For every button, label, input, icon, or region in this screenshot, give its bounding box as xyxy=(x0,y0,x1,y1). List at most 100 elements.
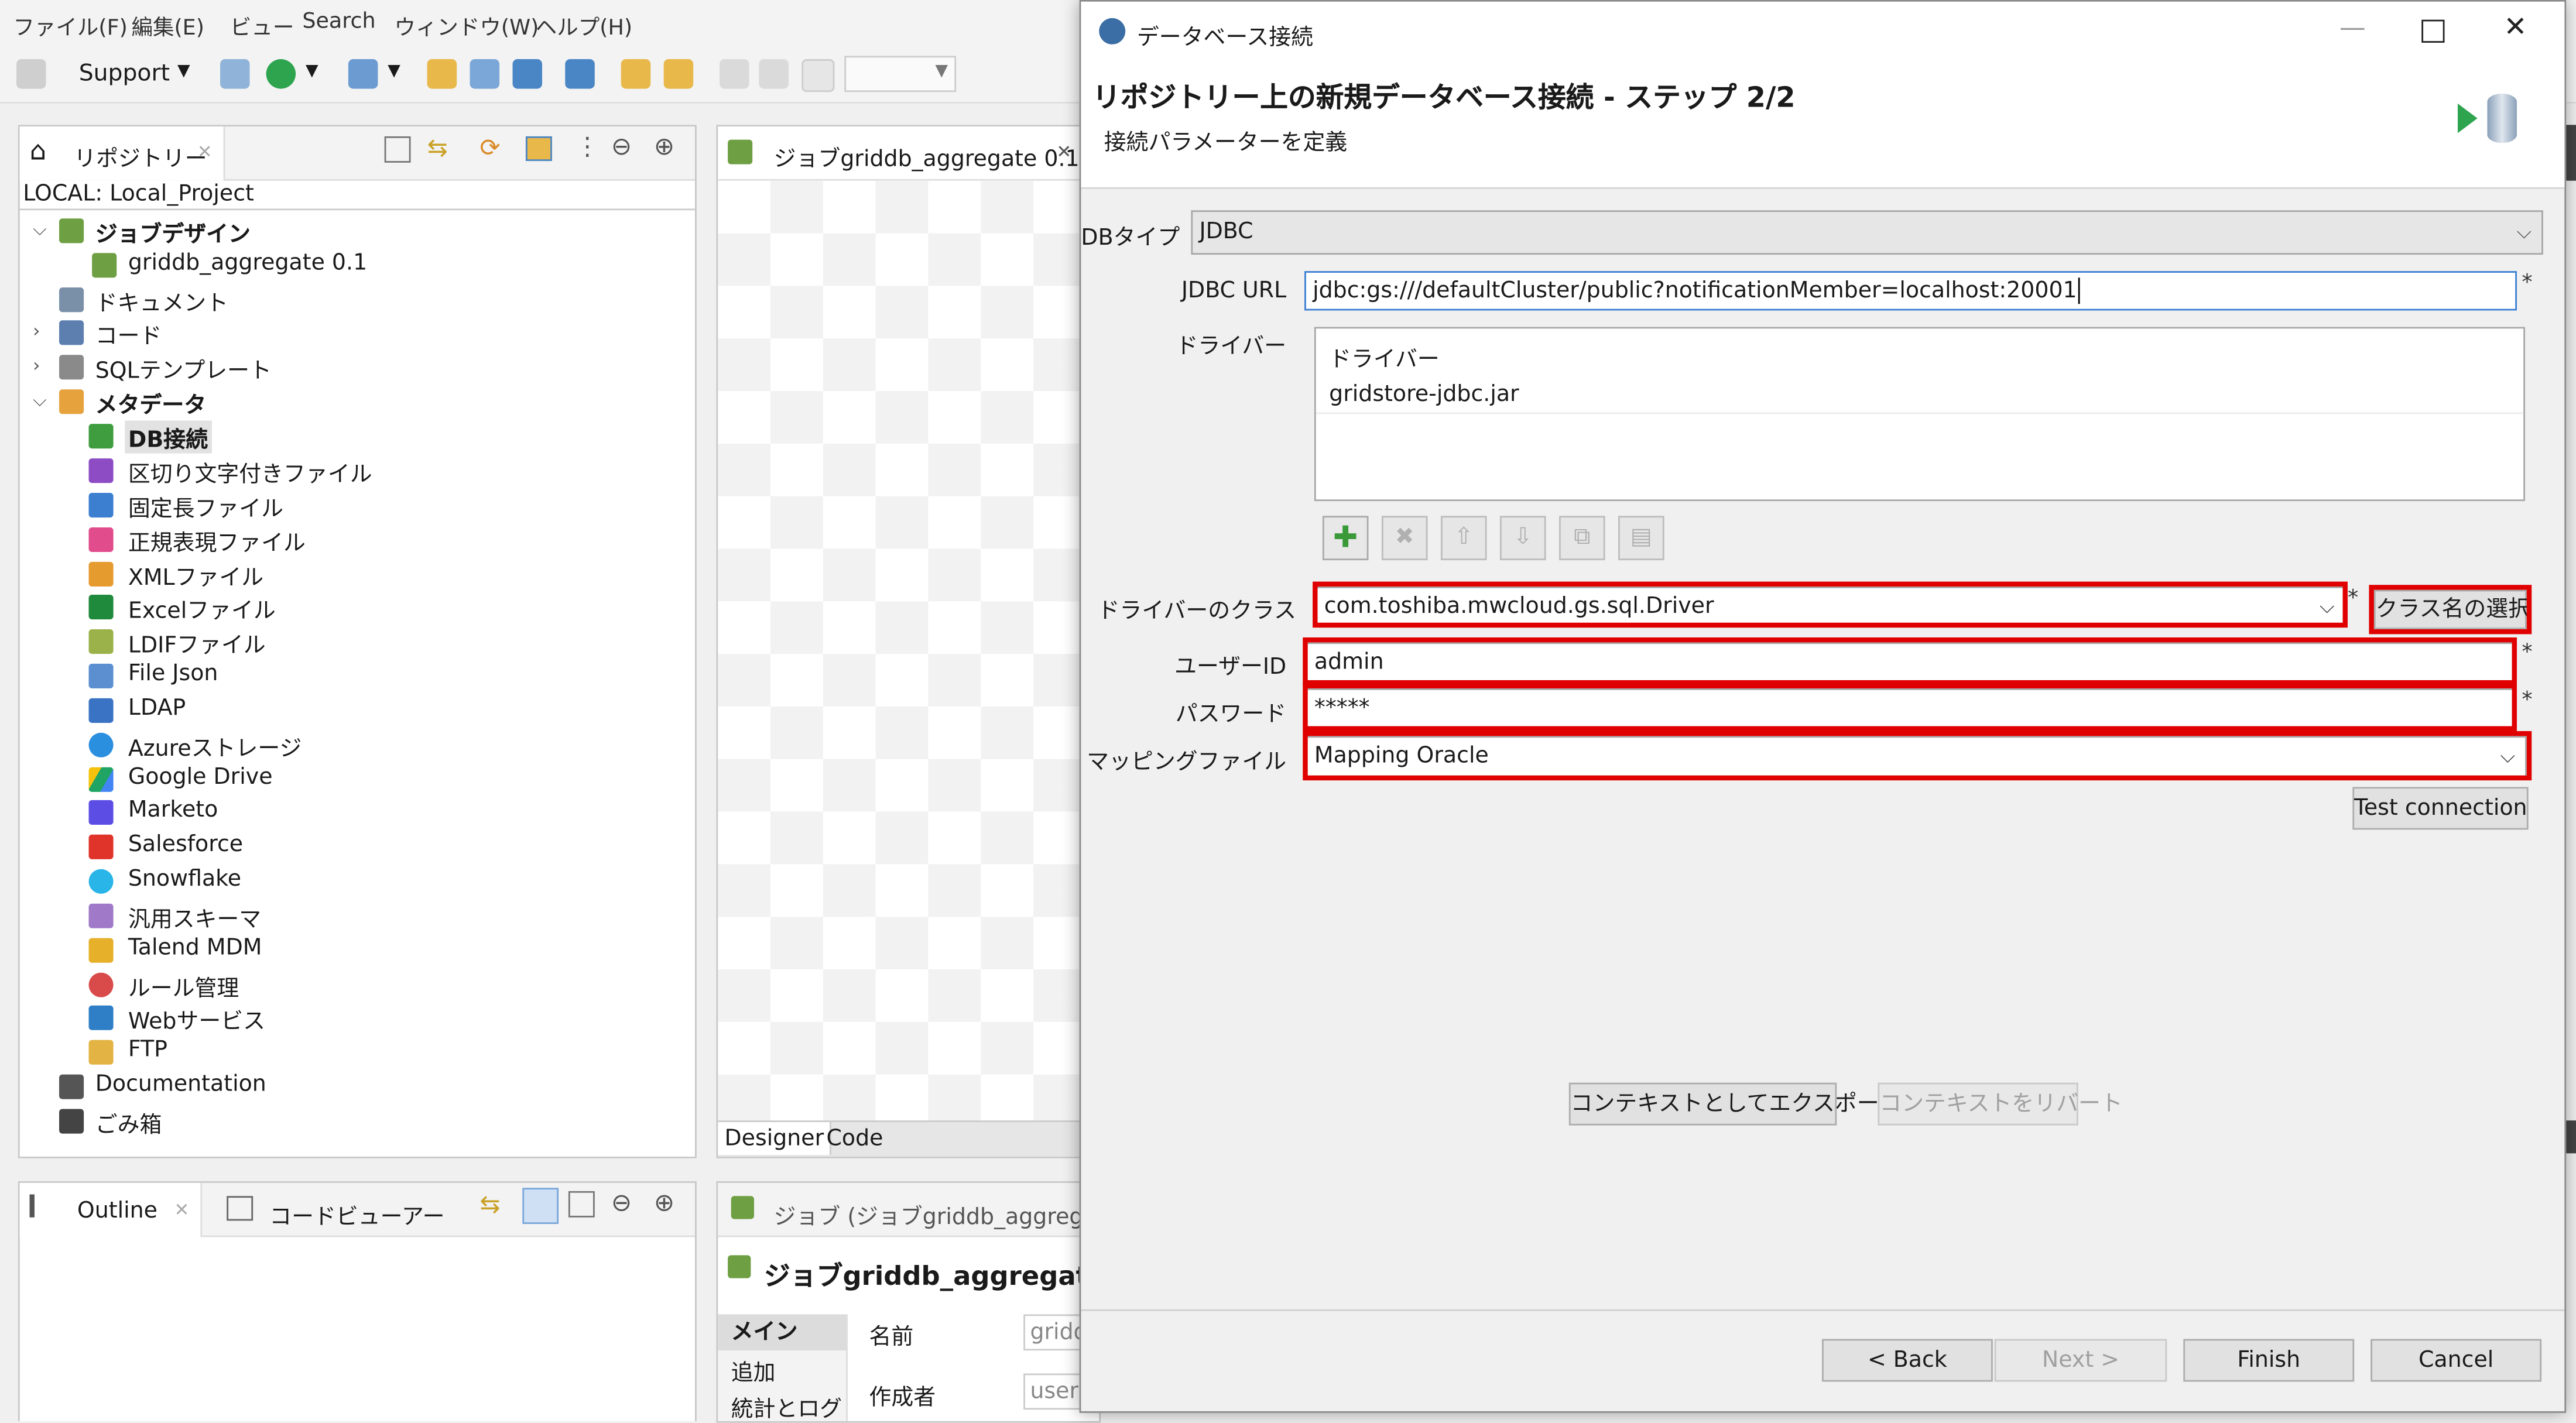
repository-tabbar: ⌂ リポジトリー ✕ ⇆ ⟳ ⋮ ⊖ ⊕ xyxy=(19,126,695,181)
database-icon[interactable] xyxy=(348,59,378,89)
chevron-down-icon[interactable]: ▼ xyxy=(388,63,400,81)
link-icon[interactable]: ⇆ xyxy=(427,133,448,163)
maximize-icon[interactable]: ⊕ xyxy=(654,1188,674,1218)
editor-bottom-tabs: Designer Code xyxy=(718,1120,1099,1157)
close-icon[interactable]: ✕ xyxy=(174,1199,189,1220)
menu-view[interactable]: ビュー xyxy=(230,10,294,41)
page-icon[interactable] xyxy=(801,59,835,92)
next-button[interactable]: Next > xyxy=(1994,1339,2167,1382)
job-editor: ジョブgriddb_aggregate 0.1 ✕ Designer Code xyxy=(716,125,1101,1158)
zoom-combo[interactable]: ▼ xyxy=(844,56,957,92)
maximize-icon[interactable] xyxy=(2421,19,2445,43)
dialog-titlebar: データベース接続 — ✕ xyxy=(1081,1,2565,61)
add-driver-button[interactable]: ✚ xyxy=(1322,516,1369,561)
tab-code-viewer-label: コードビューアー xyxy=(269,1204,445,1231)
tab-outline[interactable]: Outline ✕ xyxy=(19,1182,203,1237)
job-properties-tab[interactable]: ジョブ (ジョブgriddb_aggregate 0 xyxy=(718,1182,1101,1237)
tab-designer[interactable]: Designer xyxy=(718,1122,833,1155)
author-label: 作成者 xyxy=(869,1385,936,1411)
table-row[interactable]: gridstore-jdbc.jar xyxy=(1316,375,2524,414)
tab-main[interactable]: メイン xyxy=(718,1314,847,1351)
chevron-down-icon: ⌵ xyxy=(2516,220,2532,244)
db-type-select[interactable]: JDBC ⌵ xyxy=(1191,210,2543,255)
back-button[interactable]: < Back xyxy=(1821,1339,1993,1382)
chevron-down-icon[interactable]: ▼ xyxy=(306,63,318,81)
minimize-icon[interactable]: — xyxy=(2339,12,2366,43)
chevron-down-icon[interactable]: ▼ xyxy=(177,63,190,81)
minimize-icon[interactable]: ⊖ xyxy=(611,1188,632,1218)
menu-help[interactable]: ヘルプ(H) xyxy=(536,10,632,41)
highlight-box xyxy=(1303,637,2517,685)
tab-extra[interactable]: 追加 xyxy=(718,1354,776,1387)
tab-repository-label: リポジトリー xyxy=(74,146,207,173)
export-context-button[interactable]: コンテキストとしてエクスポート xyxy=(1568,1082,1902,1126)
job-icon xyxy=(728,139,753,164)
finish-button[interactable]: Finish xyxy=(2183,1339,2355,1382)
tab-repository[interactable]: ⌂ リポジトリー ✕ xyxy=(19,126,225,181)
filter-icon[interactable] xyxy=(525,136,552,162)
paste-button[interactable]: ▤ xyxy=(1618,516,1664,561)
export-icon[interactable] xyxy=(512,59,543,89)
revert-context-button[interactable]: コンテキストをリバート xyxy=(1878,1082,2123,1126)
dialog-heading: リポジトリー上の新規データベース接続 - ステップ 2/2 xyxy=(1092,82,1796,115)
highlight-box xyxy=(2369,585,2532,635)
outline-tabbar: Outline ✕ コードビューアー ⇆ ⊖ ⊕ xyxy=(19,1182,695,1237)
chevron-down-icon[interactable]: ▼ xyxy=(936,63,948,81)
designer-canvas[interactable] xyxy=(718,180,1099,1121)
edit-icon[interactable] xyxy=(427,59,457,89)
job-properties-tab-label: ジョブ (ジョブgriddb_aggregate 0 xyxy=(773,1204,1101,1231)
tab-code[interactable]: Code xyxy=(826,1126,883,1152)
tree-view-icon[interactable] xyxy=(522,1188,559,1225)
driver-class-label: ドライバーのクラス xyxy=(1097,598,1297,625)
project-label: LOCAL: Local_Project xyxy=(19,181,695,211)
refresh-icon[interactable]: ⟳ xyxy=(479,133,500,163)
editor-tab[interactable]: ジョブgriddb_aggregate 0.1 ✕ xyxy=(718,126,1099,181)
project-selector[interactable]: Support xyxy=(79,61,170,87)
jdbc-url-value: jdbc:gs:///defaultCluster/public?notific… xyxy=(1313,277,2077,304)
more-icon[interactable]: ⋮ xyxy=(575,132,600,162)
repository-tree: ⌵ ジョブデザイン griddb_aggregate 0.1 ドキュメント › コー… xyxy=(33,218,372,1139)
menu-file[interactable]: ファイル(F) xyxy=(13,10,127,41)
wrench-icon[interactable] xyxy=(470,59,500,89)
menu-search[interactable]: Search xyxy=(302,10,375,35)
close-icon[interactable]: ✕ xyxy=(197,141,213,162)
minimize-icon[interactable]: ⊖ xyxy=(611,132,632,162)
remove-driver-button[interactable]: ✖ xyxy=(1381,516,1428,561)
close-icon[interactable]: ✕ xyxy=(1056,141,1071,162)
move-up-button[interactable]: ⇧ xyxy=(1440,516,1487,561)
test-connection-button[interactable]: Test connection xyxy=(2352,787,2529,830)
folder-icon[interactable] xyxy=(621,59,651,89)
export-context-button-label: コンテキストとしてエクスポート xyxy=(1570,1091,1902,1117)
tab-outline-label: Outline xyxy=(77,1198,157,1225)
required-marker: * xyxy=(2522,271,2533,296)
copy-button[interactable]: ⧉ xyxy=(1559,516,1605,561)
folder-sync-icon[interactable] xyxy=(663,59,694,89)
job-properties-panel: ジョブ (ジョブgriddb_aggregate 0 ジョブgriddb_agg… xyxy=(716,1181,1101,1423)
required-marker: * xyxy=(2522,640,2533,666)
import-icon[interactable] xyxy=(565,59,595,89)
link-icon[interactable]: ⇆ xyxy=(479,1189,500,1219)
driver-table: ドライバー gridstore-jdbc.jar xyxy=(1314,327,2526,502)
menu-window[interactable]: ウィンドウ(W) xyxy=(394,10,539,41)
dialog-window-title: データベース接続 xyxy=(1136,25,1314,52)
jdbc-url-label: JDBC URL xyxy=(1181,277,1287,304)
driver-jar-name: gridstore-jdbc.jar xyxy=(1329,381,1519,408)
menu-edit[interactable]: 編集(E) xyxy=(131,10,204,41)
db-type-value: JDBC xyxy=(1199,218,1253,245)
cancel-button[interactable]: Cancel xyxy=(2371,1339,2542,1382)
collapse-all-icon[interactable] xyxy=(384,136,411,163)
tab-stats-logs[interactable]: 統計とログ xyxy=(718,1390,842,1421)
sort-icon[interactable] xyxy=(568,1191,595,1218)
move-down-button[interactable]: ⇩ xyxy=(1499,516,1546,561)
save-icon[interactable] xyxy=(16,59,46,89)
undo-icon[interactable] xyxy=(720,59,749,89)
jdbc-url-input[interactable]: jdbc:gs:///defaultCluster/public?notific… xyxy=(1304,271,2517,311)
redo-icon[interactable] xyxy=(759,59,789,89)
search-icon[interactable] xyxy=(220,59,250,89)
database-connection-dialog: データベース接続 — ✕ リポジトリー上の新規データベース接続 - ステップ 2… xyxy=(1079,0,2567,1413)
close-icon[interactable]: ✕ xyxy=(2504,12,2527,44)
dialog-header: リポジトリー上の新規データベース接続 - ステップ 2/2 接続パラメーターを定… xyxy=(1081,60,2565,189)
tab-code-viewer[interactable]: コードビューアー xyxy=(220,1183,450,1236)
maximize-icon[interactable]: ⊕ xyxy=(654,132,674,162)
run-icon[interactable] xyxy=(266,59,296,89)
